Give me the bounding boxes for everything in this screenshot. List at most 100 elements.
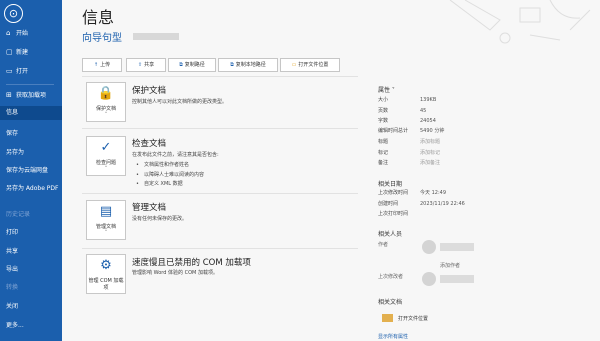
nav-item-open[interactable]: ▭ 打开: [0, 67, 62, 76]
blurred-path: [133, 33, 179, 40]
button-label: 复制本地路径: [235, 62, 266, 68]
avatar: [422, 272, 436, 286]
info-page: 信息 向导句型 ↑ 上传 ⇧ 共享 ⧉ 复制路径 ⧉ 复制本地路径 ▭ 打开文件位置 🔒 …: [62, 0, 600, 341]
divider: [82, 76, 358, 77]
divider: [82, 128, 358, 129]
section-description: 没有任何未保存的更改。: [132, 216, 188, 222]
nav-item-save[interactable]: 保存: [0, 130, 62, 138]
chevron-down-icon: ˅: [104, 166, 108, 172]
add-author-link[interactable]: 添加作者: [440, 262, 460, 269]
property-value: 24054: [420, 118, 436, 124]
back-arrow-icon[interactable]: ⊙: [4, 4, 23, 23]
nav-divider: [6, 84, 54, 85]
date-key: 上次修改时间: [378, 190, 409, 196]
copy-icon: ⧉: [179, 62, 183, 68]
chevron-down-icon: ˅: [104, 112, 108, 118]
date-value: 2023/11/19 22:46: [420, 201, 465, 207]
nav-item-history: 历史记录: [0, 211, 62, 219]
nav-item-share[interactable]: 共享: [0, 248, 62, 256]
nav-label: 获取加载项: [16, 92, 47, 99]
nav-label: 更多...: [6, 322, 24, 329]
comments-field[interactable]: 添加备注: [420, 160, 440, 167]
divider: [82, 193, 358, 194]
nav-label: 开始: [16, 30, 29, 37]
title-field[interactable]: 添加标题: [420, 139, 440, 146]
manage-com-addins-button[interactable]: ⚙ 管理 COM 加载项: [86, 254, 126, 294]
open-file-location-button[interactable]: ▭ 打开文件位置: [280, 58, 340, 72]
button-label: 共享: [144, 62, 155, 68]
nav-item-transform: 转换: [0, 284, 62, 292]
nav-label: 另存为 Adobe PDF: [6, 185, 59, 192]
property-key: 编辑时间总计: [378, 128, 409, 134]
modified-by-label: 上次修改者: [378, 274, 404, 280]
date-key: 上次打印时间: [378, 211, 409, 217]
copy-path-button[interactable]: ⧉ 复制路径: [168, 58, 216, 72]
nav-label: 关闭: [6, 303, 19, 310]
folder-icon: ▭: [291, 62, 297, 68]
nav-label: 共享: [6, 248, 19, 255]
nav-label: 历史记录: [6, 211, 31, 218]
nav-item-get-addins[interactable]: ⊞ 获取加载项: [0, 91, 62, 100]
date-value: 今天 12:49: [420, 190, 446, 196]
folder-open-icon: ▭: [6, 67, 13, 75]
share-icon: ⇧: [137, 62, 143, 68]
com-addin-icon: ⚙: [100, 258, 112, 273]
section-title: 管理文档: [132, 203, 167, 213]
check-for-issues-button[interactable]: ✓ 检查问题 ˅: [86, 136, 126, 176]
home-icon: ⌂: [6, 29, 11, 37]
upload-button[interactable]: ↑ 上传: [82, 58, 122, 72]
document-name: 向导句型: [82, 33, 122, 44]
nav-label: 转换: [6, 284, 19, 291]
property-value: 5490 分钟: [420, 128, 445, 134]
list-item: 以障碍人士难以阅读的内容: [136, 171, 204, 178]
related-people-header: 相关人员: [378, 231, 403, 238]
show-all-properties-link[interactable]: 显示所有属性: [378, 333, 408, 340]
properties-dropdown[interactable]: 属性 ˅: [378, 85, 395, 94]
share-button[interactable]: ⇧ 共享: [126, 58, 166, 72]
nav-item-save-as[interactable]: 另存为: [0, 149, 62, 157]
property-key: 标题: [378, 139, 389, 145]
nav-item-info[interactable]: 信息: [0, 106, 62, 120]
new-file-icon: ▢: [6, 48, 13, 56]
avatar: [422, 240, 436, 254]
protect-document-button[interactable]: 🔒 保护文档 ˅: [86, 82, 126, 122]
inspect-document-icon: ✓: [100, 140, 112, 155]
nav-label: 导出: [6, 266, 19, 273]
chevron-down-icon: ˅: [104, 230, 108, 236]
nav-item-home[interactable]: ⌂ 开始: [0, 29, 62, 38]
nav-item-more[interactable]: 更多...: [0, 322, 62, 330]
property-key: 字数: [378, 118, 389, 124]
upload-icon: ↑: [93, 62, 99, 68]
nav-item-close[interactable]: 关闭: [0, 303, 62, 311]
blurred-name: [440, 243, 474, 251]
properties-panel: 属性 ˅ 大小 139KB 页数 45 字数 24054 编辑时间总计 5490 分钟 …: [378, 0, 600, 341]
property-key: 标记: [378, 150, 389, 156]
lock-icon: 🔒: [97, 86, 115, 101]
open-file-location-link[interactable]: 打开文件位置: [398, 315, 428, 322]
section-description: 控制其他人可以对此文档所做的更改类型。: [132, 99, 228, 105]
section-description: 管理影响 Word 体验的 COM 加载项。: [132, 270, 218, 276]
nav-item-save-as-pdf[interactable]: 另存为 Adobe PDF: [0, 185, 60, 193]
nav-item-new[interactable]: ▢ 新建: [0, 48, 62, 57]
nav-item-export[interactable]: 导出: [0, 266, 62, 274]
nav-item-save-to-cloud[interactable]: 保存为云端网盘: [0, 167, 62, 175]
nav-label: 打印: [6, 229, 19, 236]
related-dates-header: 相关日期: [378, 181, 403, 188]
tags-field[interactable]: 添加标记: [420, 150, 440, 157]
nav-label: 信息: [6, 109, 19, 116]
property-key: 页数: [378, 108, 389, 114]
copy-local-path-button[interactable]: ⧉ 复制本地路径: [218, 58, 278, 72]
addins-icon: ⊞: [6, 91, 12, 99]
backstage-sidebar: ⊙ ⌂ 开始 ▢ 新建 ▭ 打开 ⊞ 获取加载项 信息 保存 另存为 保存为云端网盘 另…: [0, 0, 62, 341]
nav-item-print[interactable]: 打印: [0, 229, 62, 237]
nav-label: 另存为: [6, 149, 25, 156]
manage-document-button[interactable]: ▤ 管理文档 ˅: [86, 200, 126, 240]
section-title: 保护文档: [132, 86, 167, 96]
section-description: 在发布此文件之前，请注意其是否包含:: [132, 152, 219, 158]
copy-icon: ⧉: [230, 62, 234, 68]
nav-label: 保存为云端网盘: [6, 167, 49, 174]
manage-document-icon: ▤: [99, 204, 113, 219]
list-item: 文档属性和作者姓名: [136, 161, 189, 168]
nav-label: 保存: [6, 130, 19, 137]
list-item: 自定义 XML 数据: [136, 180, 183, 187]
